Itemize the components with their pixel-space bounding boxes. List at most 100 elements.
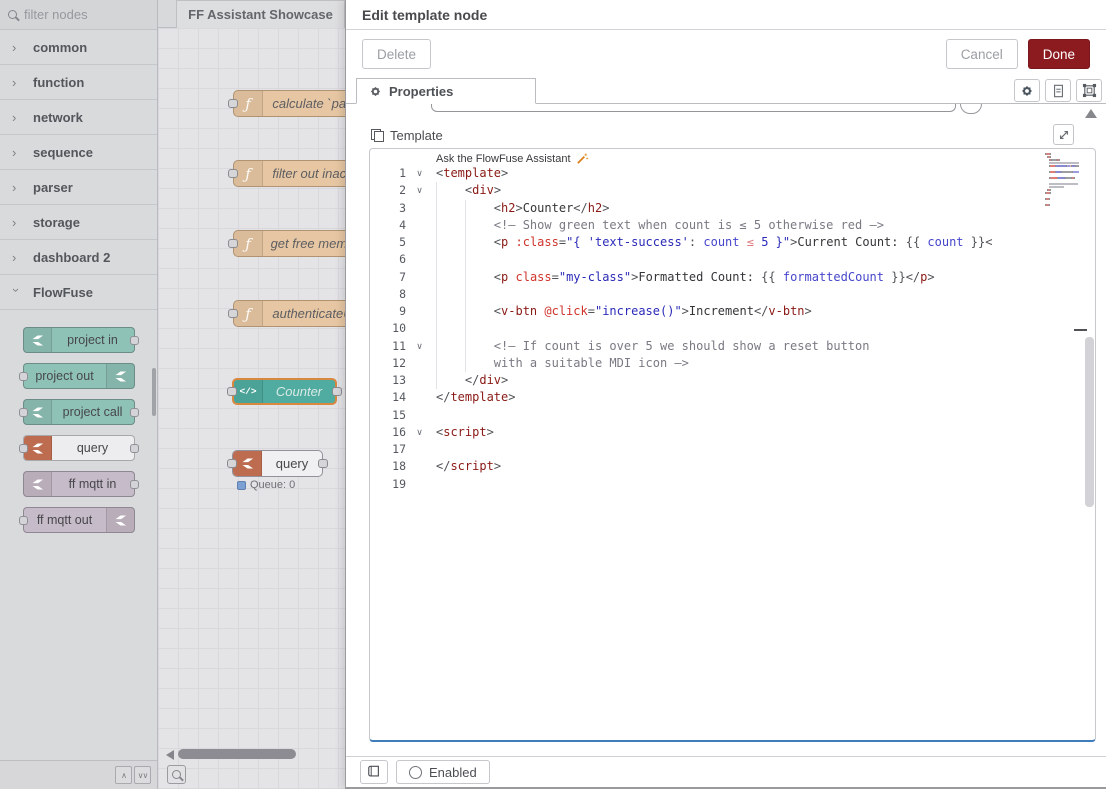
search-icon	[8, 10, 17, 19]
code-line-2: 2∨ <div>	[370, 182, 1095, 199]
input-port	[227, 459, 237, 468]
code-text[interactable]: <p :class="{ 'text-success': count ≤ 5 }…	[427, 234, 992, 251]
fold-toggle-icon[interactable]: ∨	[412, 182, 427, 199]
workspace-tab[interactable]: FF Assistant Showcase	[176, 0, 345, 28]
palette-node-ff-mqtt-out[interactable]: ff mqtt out	[23, 507, 135, 533]
minimap-line	[1045, 180, 1081, 182]
search-input[interactable]	[24, 7, 134, 22]
line-number: 16	[370, 424, 412, 441]
line-number: 19	[370, 476, 412, 493]
node-help-button[interactable]	[360, 760, 388, 784]
code-text[interactable]	[427, 407, 436, 424]
flow-node-calculate-pay[interactable]: ƒcalculate `pay	[233, 90, 363, 117]
palette-search[interactable]	[0, 0, 157, 30]
scroll-left-icon	[166, 750, 174, 760]
scroll-up-indicator[interactable]	[1085, 109, 1097, 118]
fold-toggle-icon[interactable]: ∨	[412, 165, 427, 182]
properties-section-button[interactable]	[1014, 79, 1040, 102]
code-text[interactable]	[427, 476, 436, 493]
code-text[interactable]	[427, 286, 436, 303]
minimap-line	[1045, 162, 1081, 164]
enabled-toggle-button[interactable]: Enabled	[396, 760, 490, 784]
query-node-icon	[24, 436, 52, 460]
palette-category-storage[interactable]: ›storage	[0, 205, 157, 240]
enabled-status-icon	[409, 766, 422, 779]
name-field-remnant[interactable]	[431, 104, 956, 112]
flowfuse-icon	[29, 441, 46, 456]
palette-category-common[interactable]: ›common	[0, 30, 157, 65]
flow-node-authenticateu[interactable]: ƒauthenticateU	[233, 300, 363, 327]
palette-node-label: project out	[24, 364, 106, 388]
code-editor[interactable]: Ask the FlowFuse Assistant 1∨<template>2…	[369, 148, 1096, 742]
tab-properties[interactable]: Properties	[356, 78, 536, 104]
palette-collapse-button[interactable]: ∧	[115, 766, 132, 784]
palette-node-label: project in	[52, 328, 134, 352]
code-text[interactable]	[427, 251, 436, 268]
code-text[interactable]: <script>	[427, 424, 494, 441]
palette-node-project-in[interactable]: project in	[23, 327, 135, 353]
code-text[interactable]	[427, 320, 436, 337]
palette-category-flowfuse[interactable]: ›FlowFuse	[0, 275, 157, 310]
assistant-hint[interactable]: Ask the FlowFuse Assistant	[436, 152, 589, 165]
code-text[interactable]: </script>	[427, 458, 501, 475]
done-button[interactable]: Done	[1028, 39, 1090, 69]
palette-node-label: ff mqtt out	[24, 508, 106, 532]
canvas-search-button[interactable]	[167, 765, 186, 784]
palette-node-query[interactable]: query	[23, 435, 135, 461]
description-section-button[interactable]	[1045, 79, 1071, 102]
code-text[interactable]: <h2>Counter</h2>	[427, 200, 609, 217]
palette-category-function[interactable]: ›function	[0, 65, 157, 100]
node-status: Queue: 0	[237, 479, 295, 491]
code-text[interactable]: <!— If count is over 5 we should show a …	[427, 338, 869, 355]
code-text[interactable]: <p class="my-class">Formatted Count: {{ …	[427, 269, 935, 286]
palette-category-label: storage	[33, 215, 80, 230]
code-line-3: 3 <h2>Counter</h2>	[370, 200, 1095, 217]
code-text[interactable]: <div>	[427, 182, 501, 199]
palette-expand-button[interactable]: ∨∨	[134, 766, 151, 784]
delete-button[interactable]: Delete	[362, 39, 431, 69]
flow-node-query[interactable]: query	[232, 450, 323, 477]
minimap-line	[1045, 195, 1081, 197]
appearance-section-button[interactable]	[1076, 79, 1102, 102]
line-number: 8	[370, 286, 412, 303]
chevron-right-icon: ›	[12, 145, 21, 160]
fold-toggle-icon[interactable]: ∨	[412, 424, 427, 441]
chevron-right-icon: ›	[12, 250, 21, 265]
line-number: 7	[370, 269, 412, 286]
palette-category-dashboard-2[interactable]: ›dashboard 2	[0, 240, 157, 275]
code-text[interactable]: <template>	[427, 165, 508, 182]
palette-node-project-call[interactable]: project call	[23, 399, 135, 425]
editor-minimap[interactable]	[1045, 153, 1081, 210]
code-text[interactable]: </template>	[427, 389, 515, 406]
flow-node-counter[interactable]: </>Counter	[232, 378, 337, 405]
fold-toggle-icon	[412, 200, 427, 217]
code-text[interactable]: <!— Show green text when count is ≤ 5 ot…	[427, 217, 884, 234]
chevron-right-icon: ›	[12, 75, 21, 90]
flow-node-get-free-memo[interactable]: ƒget free memo	[233, 230, 363, 257]
code-text[interactable]: with a suitable MDI icon —>	[427, 355, 689, 372]
scrollbar-thumb[interactable]	[178, 749, 296, 759]
code-line-11: 11∨ <!— If count is over 5 we should sho…	[370, 338, 1095, 355]
cancel-button[interactable]: Cancel	[946, 39, 1018, 69]
flow-node-filter-out-inacti[interactable]: ƒfilter out inacti	[233, 160, 363, 187]
minimap-line	[1045, 153, 1081, 155]
canvas-horizontal-scrollbar[interactable]	[158, 749, 345, 760]
palette-node-project-out[interactable]: project out	[23, 363, 135, 389]
editor-expand-button[interactable]	[1053, 124, 1074, 145]
code-text[interactable]	[427, 441, 436, 458]
dialog-body: Template Ask the FlowFuse Assistant	[346, 104, 1106, 756]
palette-category-parser[interactable]: ›parser	[0, 170, 157, 205]
palette-node-ff-mqtt-in[interactable]: ff mqtt in	[23, 471, 135, 497]
code-line-8: 8	[370, 286, 1095, 303]
fold-toggle-icon[interactable]: ∨	[412, 338, 427, 355]
palette-category-label: network	[33, 110, 83, 125]
palette-category-network[interactable]: ›network	[0, 100, 157, 135]
code-text[interactable]: <v-btn @click="increase()">Increment</v-…	[427, 303, 812, 320]
document-icon	[1052, 84, 1065, 98]
code-line-10: 10	[370, 320, 1095, 337]
palette-category-sequence[interactable]: ›sequence	[0, 135, 157, 170]
template-label: Template	[390, 128, 443, 143]
code-text[interactable]: </div>	[427, 372, 508, 389]
palette-scrollbar[interactable]	[152, 368, 156, 416]
line-number: 9	[370, 303, 412, 320]
